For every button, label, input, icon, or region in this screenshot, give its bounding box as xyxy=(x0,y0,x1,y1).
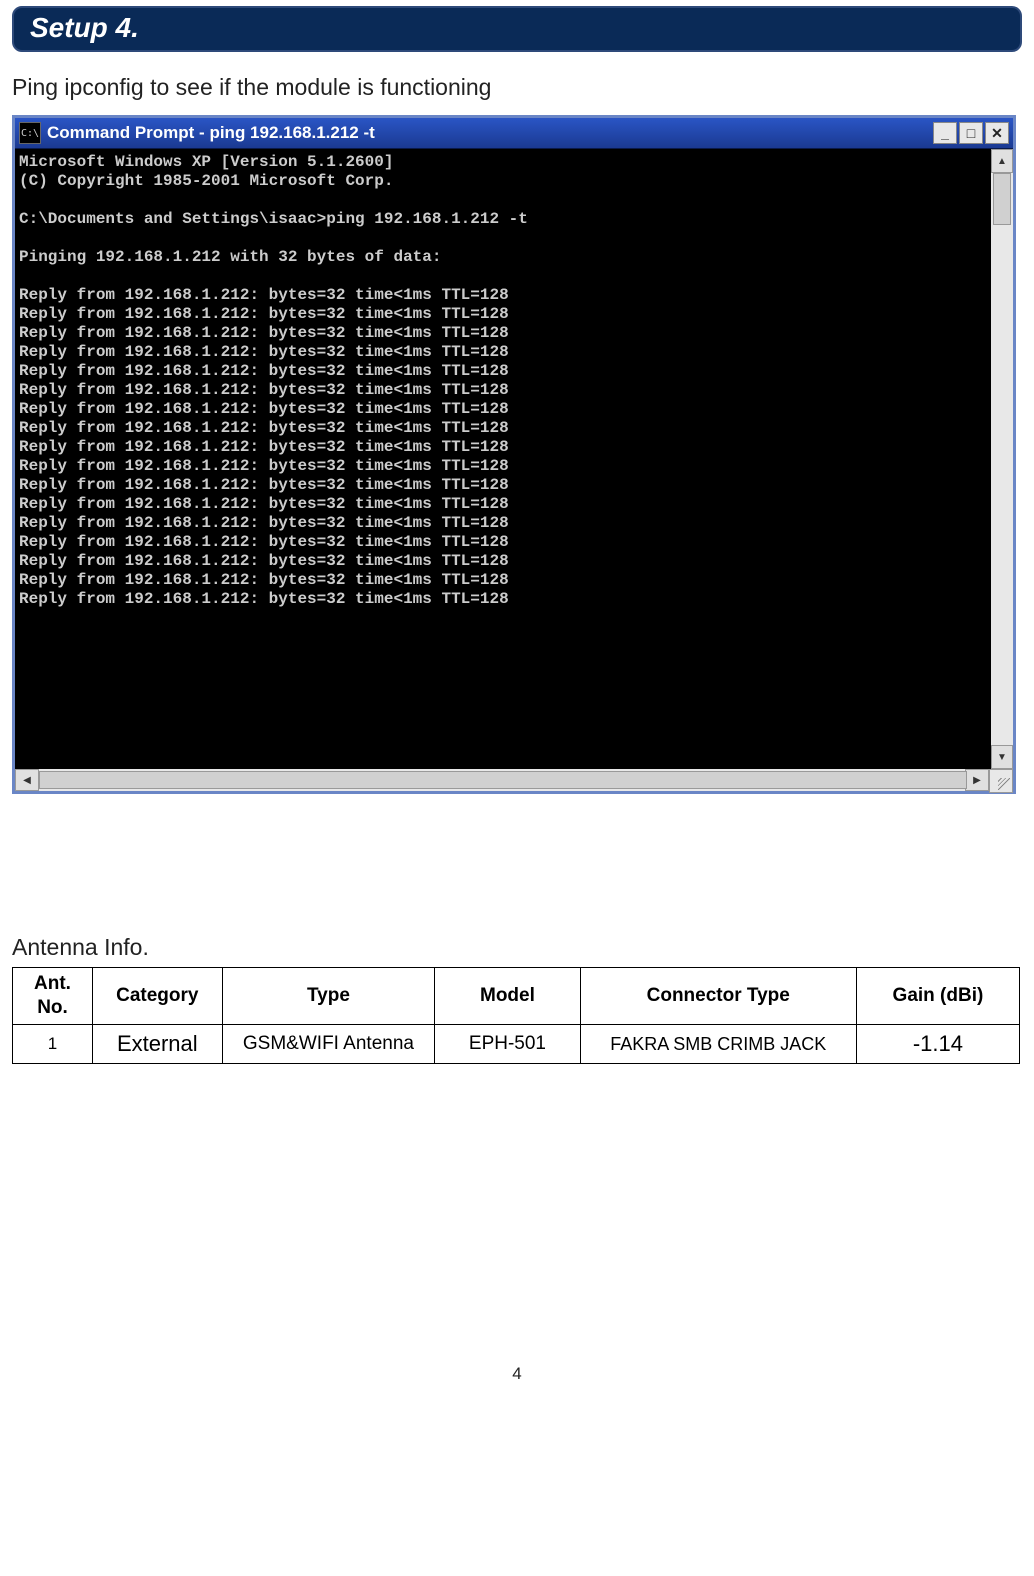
section-banner: Setup 4. xyxy=(12,6,1022,52)
window-title: Command Prompt - ping 192.168.1.212 -t xyxy=(47,123,933,143)
col-ant-no: Ant.No. xyxy=(13,968,93,1025)
horizontal-scrollbar[interactable]: ◀ ▶ xyxy=(15,769,1013,791)
cell-gain: -1.14 xyxy=(856,1025,1019,1064)
antenna-heading: Antenna Info. xyxy=(12,934,1022,961)
cell-ant-no: 1 xyxy=(13,1025,93,1064)
cell-connector: FAKRA SMB CRIMB JACK xyxy=(580,1025,856,1064)
hscroll-thumb[interactable] xyxy=(39,771,967,789)
col-gain: Gain (dBi) xyxy=(856,968,1019,1025)
scroll-up-button[interactable]: ▲ xyxy=(991,149,1013,173)
col-connector: Connector Type xyxy=(580,968,856,1025)
scroll-right-button[interactable]: ▶ xyxy=(965,769,989,791)
col-category: Category xyxy=(93,968,223,1025)
scroll-down-button[interactable]: ▼ xyxy=(991,745,1013,769)
scroll-left-button[interactable]: ◀ xyxy=(15,769,39,791)
cell-category: External xyxy=(93,1025,223,1064)
window-titlebar[interactable]: C:\ Command Prompt - ping 192.168.1.212 … xyxy=(15,118,1013,149)
col-model: Model xyxy=(435,968,580,1025)
minimize-button[interactable]: _ xyxy=(933,122,957,144)
cell-model: EPH-501 xyxy=(435,1025,580,1064)
cmd-output: Microsoft Windows XP [Version 5.1.2600] … xyxy=(15,149,991,769)
close-button[interactable]: ✕ xyxy=(985,122,1009,144)
antenna-table: Ant.No. Category Type Model Connector Ty… xyxy=(12,967,1020,1064)
maximize-button[interactable]: □ xyxy=(959,122,983,144)
cmd-app-icon: C:\ xyxy=(19,122,41,144)
resize-grip-icon[interactable] xyxy=(989,769,1013,793)
table-header-row: Ant.No. Category Type Model Connector Ty… xyxy=(13,968,1020,1025)
vscroll-thumb[interactable] xyxy=(993,173,1011,225)
command-prompt-window: C:\ Command Prompt - ping 192.168.1.212 … xyxy=(12,115,1016,794)
hscroll-track[interactable] xyxy=(39,769,965,791)
intro-text: Ping ipconfig to see if the module is fu… xyxy=(12,74,1022,101)
vertical-scrollbar[interactable]: ▲ ▼ xyxy=(991,149,1013,769)
cell-type: GSM&WIFI Antenna xyxy=(222,1025,435,1064)
vscroll-track[interactable] xyxy=(991,173,1013,745)
page-number: 4 xyxy=(12,1364,1022,1384)
table-row: 1ExternalGSM&WIFI AntennaEPH-501FAKRA SM… xyxy=(13,1025,1020,1064)
col-type: Type xyxy=(222,968,435,1025)
